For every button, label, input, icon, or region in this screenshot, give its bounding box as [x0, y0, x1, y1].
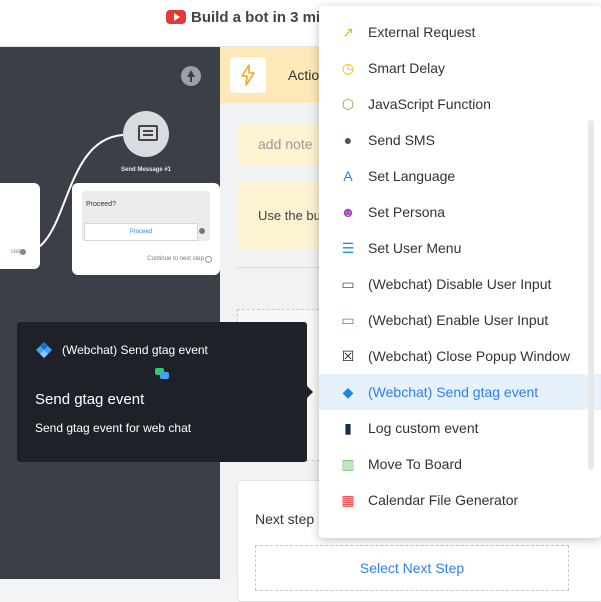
menu-icon: ☰	[341, 240, 355, 256]
proceed-button[interactable]: Proceed	[84, 223, 198, 241]
disable-input-icon: ▭	[341, 276, 355, 292]
calendar-icon: ▦	[341, 492, 355, 508]
menu-item-label: Move To Board	[368, 456, 462, 472]
menu-item-set-user-menu[interactable]: ☰ Set User Menu	[319, 230, 601, 266]
send-message-node-icon[interactable]	[123, 111, 169, 157]
menu-item-label: (Webchat) Send gtag event	[368, 384, 539, 400]
menu-item-label: Set User Menu	[368, 240, 462, 256]
menu-item-label: External Request	[368, 24, 476, 40]
send-message-node-title: Send Message #1	[120, 167, 172, 173]
select-next-step-button[interactable]: Select Next Step	[255, 545, 569, 591]
menu-item-move-to-board[interactable]: ▥ Move To Board	[319, 446, 601, 482]
menu-item-label: (Webchat) Close Popup Window	[368, 348, 571, 364]
banner-text[interactable]: Build a bot in 3 min	[191, 9, 329, 26]
menu-item-javascript-function[interactable]: ⬡ JavaScript Function	[319, 86, 601, 122]
sms-icon: ●	[343, 132, 353, 148]
menu-item-log-custom-event[interactable]: ▮ Log custom event	[319, 410, 601, 446]
action-type-badge	[230, 57, 266, 93]
flow-node-left[interactable]: step	[0, 183, 40, 269]
menu-item-label: Calendar File Generator	[368, 492, 519, 508]
board-icon: ▥	[341, 456, 355, 472]
bar-chart-icon: ▮	[344, 420, 352, 436]
enable-input-icon: ▭	[341, 312, 355, 328]
close-window-icon: ☒	[341, 348, 355, 364]
menu-item-webchat-send-gtag-event[interactable]: ◆ (Webchat) Send gtag event	[319, 374, 601, 410]
menu-item-label: Log custom event	[368, 420, 479, 436]
next-step-label: Next step	[255, 511, 315, 527]
menu-item-label: (Webchat) Enable User Input	[368, 312, 549, 328]
clock-icon: ◷	[341, 60, 355, 76]
menu-item-send-sms[interactable]: ● Send SMS	[319, 122, 601, 158]
continue-label: Continue to next step	[147, 256, 204, 262]
message-preview: Proceed? Proceed	[82, 191, 210, 241]
menu-item-webchat-enable-user-input[interactable]: ▭ (Webchat) Enable User Input	[319, 302, 601, 338]
menu-item-set-persona[interactable]: ☻ Set Persona	[319, 194, 601, 230]
connector-dot[interactable]	[20, 249, 26, 255]
menu-item-label: Set Persona	[368, 204, 446, 220]
note-placeholder: add note	[258, 136, 313, 152]
send-message-node[interactable]: Proceed? Proceed Continue to next step	[72, 183, 220, 275]
menu-item-webchat-close-popup-window[interactable]: ☒ (Webchat) Close Popup Window	[319, 338, 601, 374]
chat-bubble-icon	[138, 125, 158, 141]
menu-item-webchat-disable-user-input[interactable]: ▭ (Webchat) Disable User Input	[319, 266, 601, 302]
menu-item-smart-delay[interactable]: ◷ Smart Delay	[319, 50, 601, 86]
continue-connector-dot[interactable]	[205, 256, 212, 263]
flow-canvas[interactable]: step Send Message #1 Proceed? Proceed Co…	[0, 47, 220, 579]
button-connector-dot[interactable]	[199, 228, 205, 234]
scroll-up-icon[interactable]	[181, 66, 201, 86]
youtube-icon[interactable]	[166, 10, 186, 24]
menu-item-label: JavaScript Function	[368, 96, 491, 112]
tooltip-title: Send gtag event	[35, 391, 145, 408]
menu-item-label: (Webchat) Disable User Input	[368, 276, 552, 292]
action-tooltip: (Webchat) Send gtag event Send gtag even…	[17, 322, 313, 462]
menu-item-label: Smart Delay	[368, 60, 446, 76]
connector-line	[21, 134, 124, 254]
menu-item-label: Set Language	[368, 168, 456, 184]
action-dropdown[interactable]: ↗ External Request ◷ Smart Delay ⬡ JavaScript…	[319, 6, 601, 538]
action-title: Actio	[288, 67, 320, 83]
persona-icon: ☻	[340, 204, 356, 220]
tooltip-header: (Webchat) Send gtag event	[62, 343, 208, 357]
dropdown-scrollbar[interactable]	[588, 120, 594, 470]
gtag-icon	[36, 342, 52, 358]
info-text: Use the bu	[258, 208, 321, 223]
menu-item-calendar-file-generator[interactable]: ▦ Calendar File Generator	[319, 482, 601, 518]
javascript-icon: ⬡	[341, 96, 355, 112]
tooltip-description: Send gtag event for web chat	[35, 421, 192, 435]
lightning-icon	[241, 64, 255, 86]
webchat-icon	[155, 368, 169, 379]
gtag-icon: ◆	[342, 384, 354, 400]
language-icon: A	[343, 168, 353, 184]
menu-item-external-request[interactable]: ↗ External Request	[319, 14, 601, 50]
message-question: Proceed?	[86, 201, 116, 208]
external-link-icon: ↗	[342, 24, 354, 40]
menu-item-label: Send SMS	[368, 132, 435, 148]
menu-item-set-language[interactable]: A Set Language	[319, 158, 601, 194]
